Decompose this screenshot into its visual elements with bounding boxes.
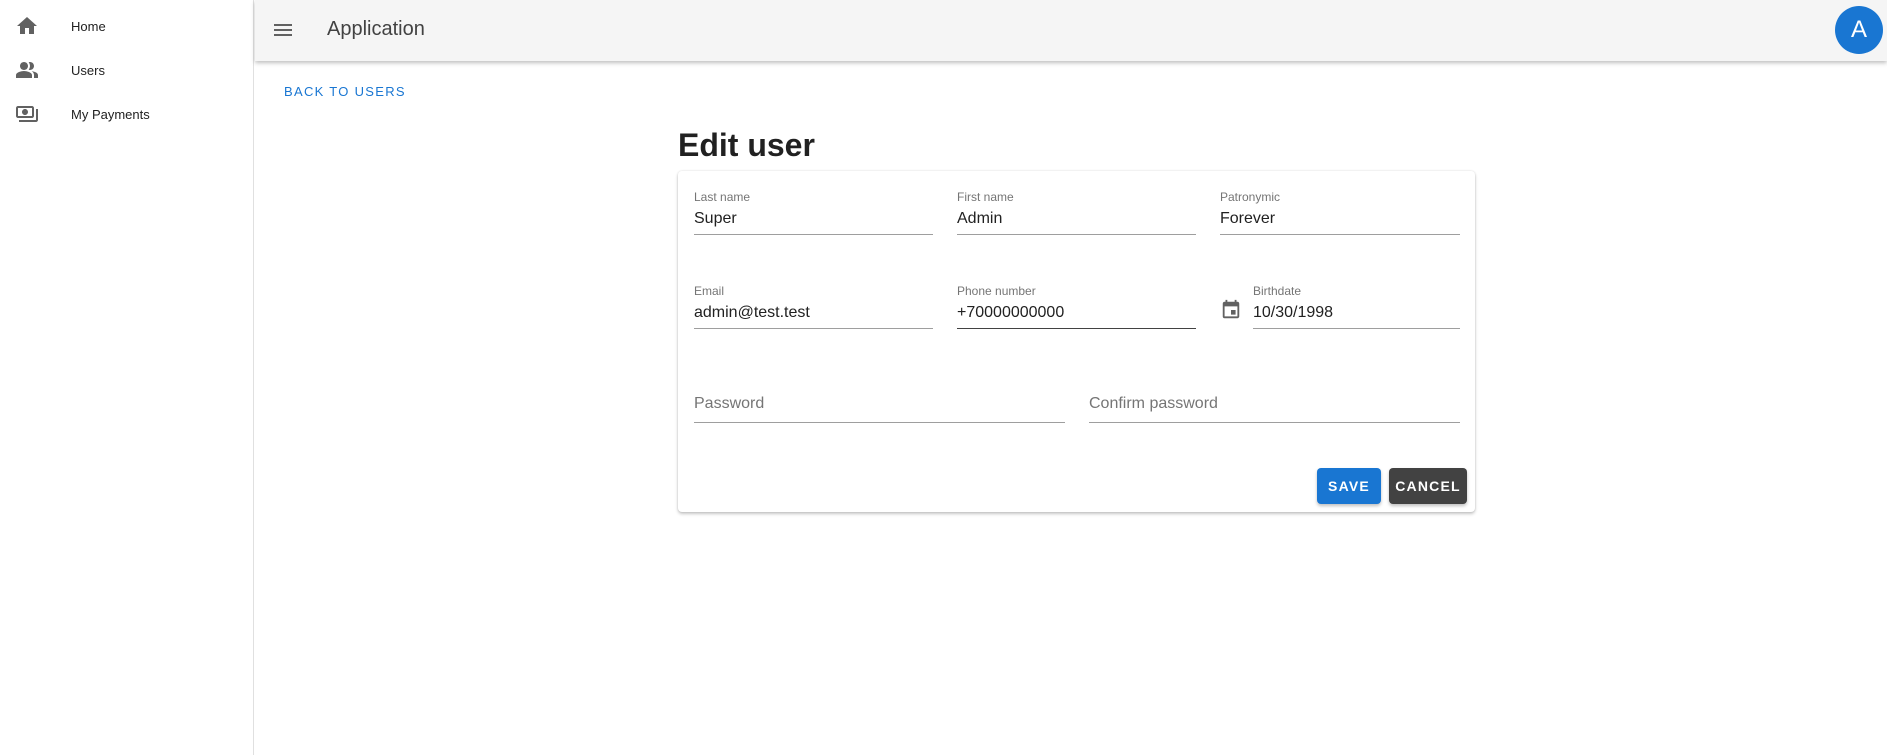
sidebar-item-my-payments[interactable]: My Payments (0, 92, 253, 136)
app-bar: Application A (255, 0, 1887, 61)
phone-number-input[interactable] (957, 304, 1196, 322)
birthdate-input[interactable] (1253, 304, 1460, 322)
phone-number-underline (957, 328, 1196, 329)
patronymic-underline (1220, 234, 1460, 235)
first-name-underline (957, 234, 1196, 235)
sidebar-item-label: Home (71, 18, 106, 34)
confirm-password-field (1089, 393, 1460, 423)
password-input[interactable] (694, 395, 1065, 413)
save-button[interactable]: SAVE (1317, 468, 1381, 504)
last-name-input[interactable] (694, 210, 933, 228)
password-underline (694, 422, 1065, 423)
app-title: Application (327, 18, 425, 40)
email-label: Email (694, 284, 725, 298)
sidebar: Home Users My Payments (0, 0, 254, 755)
home-icon (14, 14, 40, 38)
sidebar-item-label: My Payments (71, 106, 150, 122)
sidebar-item-label: Users (71, 62, 105, 78)
payments-icon (14, 102, 40, 126)
menu-icon[interactable] (271, 18, 295, 42)
back-to-users-link[interactable]: BACK TO USERS (284, 84, 406, 99)
email-underline (694, 328, 933, 329)
edit-user-form: Last name First name Patronymic Email Ph… (678, 171, 1475, 512)
birthdate-field: Birthdate (1253, 284, 1460, 329)
last-name-underline (694, 234, 933, 235)
avatar[interactable]: A (1835, 6, 1883, 54)
phone-number-field: Phone number (957, 284, 1196, 329)
people-icon (14, 58, 40, 82)
birthdate-label: Birthdate (1253, 284, 1302, 298)
first-name-input[interactable] (957, 210, 1196, 228)
calendar-icon[interactable] (1220, 299, 1242, 321)
confirm-password-underline (1089, 422, 1460, 423)
patronymic-field: Patronymic (1220, 190, 1460, 235)
email-input[interactable] (694, 304, 933, 322)
confirm-password-input[interactable] (1089, 395, 1460, 413)
cancel-button[interactable]: CANCEL (1389, 468, 1467, 504)
first-name-label: First name (957, 190, 1014, 204)
phone-number-label: Phone number (957, 284, 1036, 298)
last-name-label: Last name (694, 190, 751, 204)
sidebar-item-users[interactable]: Users (0, 48, 253, 92)
sidebar-item-home[interactable]: Home (0, 4, 253, 48)
last-name-field: Last name (694, 190, 933, 235)
page-title: Edit user (678, 127, 815, 163)
patronymic-input[interactable] (1220, 210, 1460, 228)
password-field (694, 393, 1065, 423)
birthdate-underline (1253, 328, 1460, 329)
first-name-field: First name (957, 190, 1196, 235)
email-field: Email (694, 284, 933, 329)
patronymic-label: Patronymic (1220, 190, 1281, 204)
